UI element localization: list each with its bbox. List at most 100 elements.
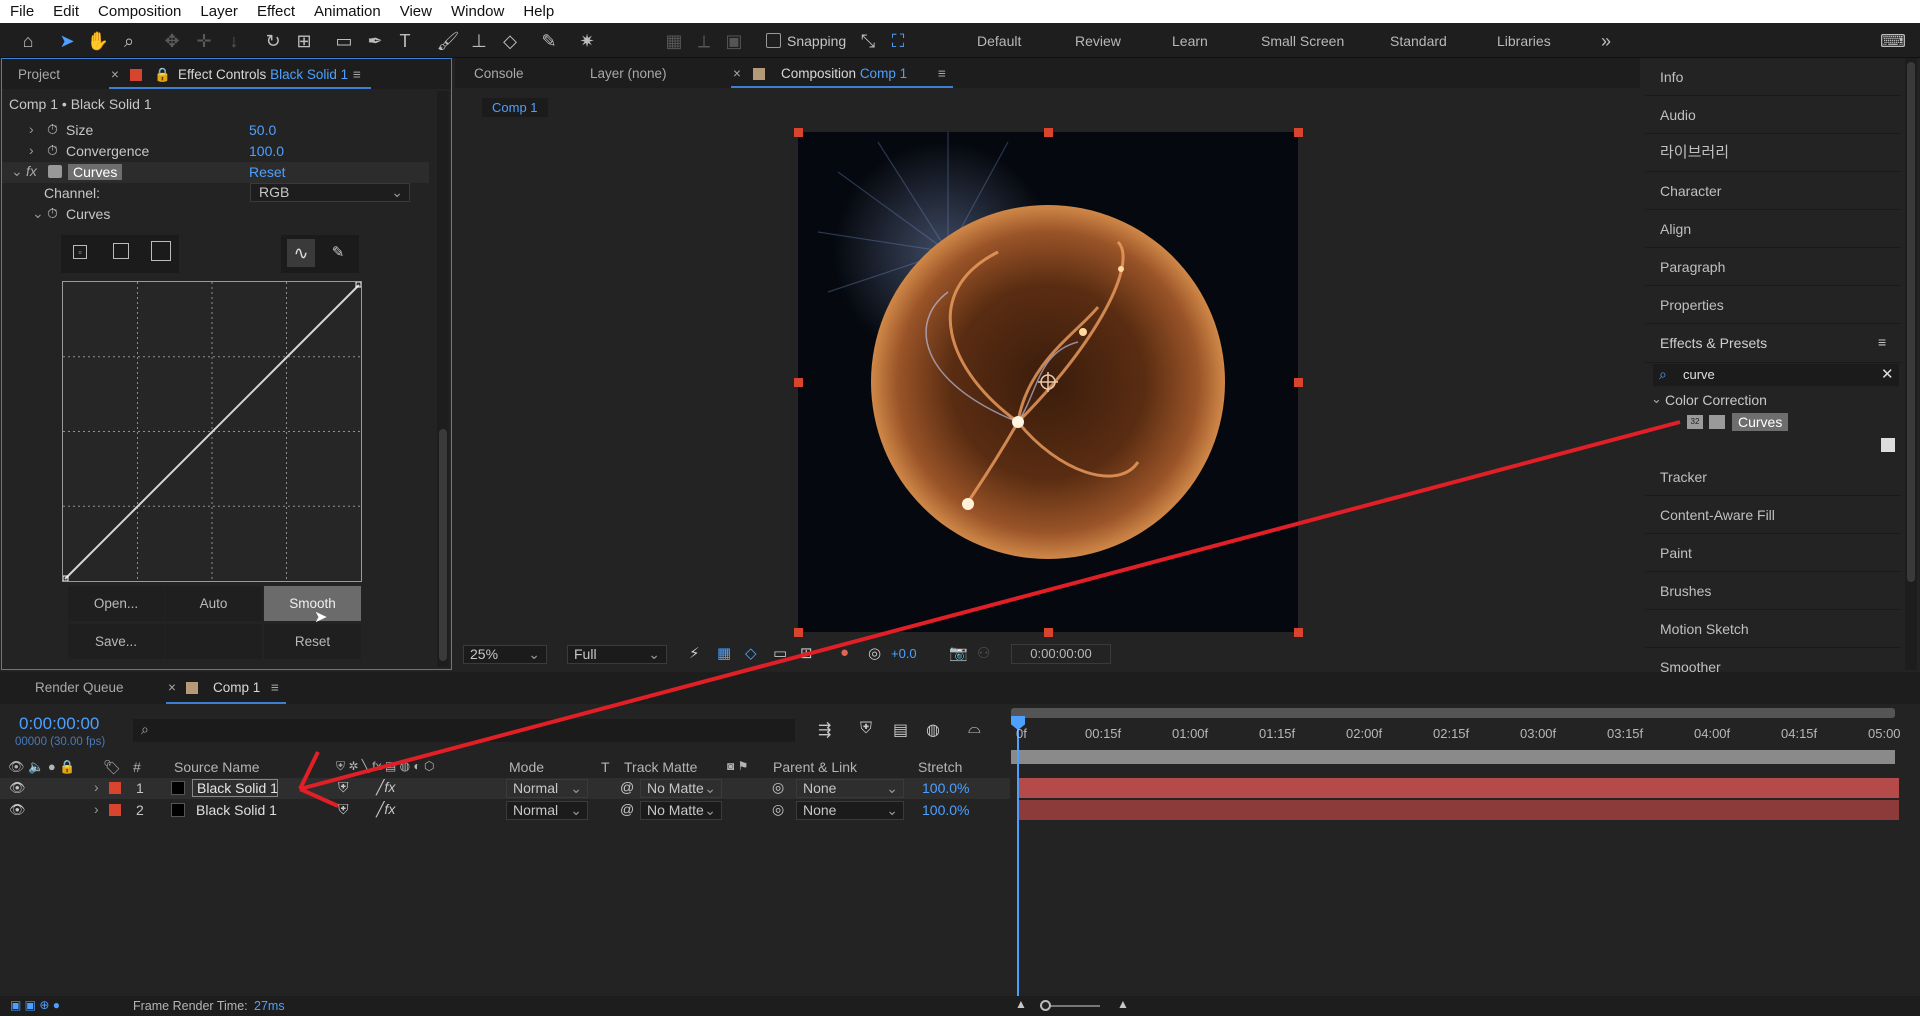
chevron-right-icon[interactable]: › xyxy=(29,121,34,137)
layer-mode-select[interactable]: Normal ⌄ xyxy=(506,779,588,798)
zoom-in-icon[interactable]: ▲ xyxy=(1117,997,1129,1011)
brushes-panel[interactable]: Brushes xyxy=(1645,573,1901,610)
fx-icon[interactable]: fx xyxy=(26,163,37,179)
paint-panel[interactable]: Paint xyxy=(1645,535,1901,572)
layer-stretch-value[interactable]: 100.0% xyxy=(922,780,969,796)
snap-target-icon[interactable]: ⛶ xyxy=(886,29,910,53)
menu-composition[interactable]: Composition xyxy=(98,3,181,20)
layer-label-color[interactable] xyxy=(109,804,121,816)
convergence-value[interactable]: 100.0 xyxy=(249,143,284,159)
menu-file[interactable]: File xyxy=(10,3,34,20)
layer-stretch-value[interactable]: 100.0% xyxy=(922,802,969,818)
source-name-column-header[interactable]: Source Name xyxy=(174,759,260,775)
motion-sketch-panel[interactable]: Motion Sketch xyxy=(1645,611,1901,648)
close-tab-icon[interactable]: × xyxy=(111,67,119,82)
workspace-learn[interactable]: Learn xyxy=(1172,33,1208,49)
audio-panel[interactable]: Audio xyxy=(1645,97,1901,134)
axis-icon[interactable]: ⟂ xyxy=(692,29,716,53)
pen-tool-icon[interactable]: ✒ xyxy=(363,29,387,53)
tab-timeline-comp[interactable]: Comp 1 xyxy=(213,680,260,695)
shy-switch-icon[interactable]: ⛨ xyxy=(338,801,349,818)
stopwatch-icon[interactable]: ⏱ xyxy=(47,142,58,159)
curves-auto-button[interactable]: Auto xyxy=(165,586,262,621)
effects-presets-title[interactable]: Effects & Presets xyxy=(1660,335,1767,351)
color-management-icon[interactable]: ◎ xyxy=(868,644,881,662)
type-tool-icon[interactable]: T xyxy=(393,29,417,53)
time-navigator[interactable] xyxy=(1011,750,1895,764)
rectangle-tool-icon[interactable]: ▭ xyxy=(332,29,356,53)
region-of-interest-icon[interactable]: ▭ xyxy=(773,644,787,662)
bezier-curve-tool-icon[interactable]: ∿ xyxy=(287,239,315,267)
draft-3d-icon[interactable]: ⛨ xyxy=(860,720,872,738)
selection-tool-icon[interactable]: ➤ xyxy=(55,29,79,53)
channel-select[interactable]: RGB ⌄ xyxy=(250,183,410,202)
right-panel-scrollbar[interactable] xyxy=(1905,58,1917,670)
tab-console[interactable]: Console xyxy=(474,66,524,81)
scrollbar-thumb[interactable] xyxy=(439,429,447,661)
panel-menu-icon[interactable]: ≡ xyxy=(938,66,946,81)
eye-icon[interactable]: 👁 xyxy=(9,780,26,796)
layer-matte-select[interactable]: No Matte ⌄ xyxy=(640,801,722,820)
menu-animation[interactable]: Animation xyxy=(314,3,381,20)
status-toggle-icons[interactable]: ▣ ▣ ⊕ ● xyxy=(10,998,60,1012)
more-workspaces-icon[interactable]: » xyxy=(1594,29,1618,53)
work-area-bar[interactable] xyxy=(1011,708,1895,718)
layer-row-2[interactable]: 👁 › 2 Black Solid 1 ⛨ ╱fx Normal ⌄ @ No M… xyxy=(0,800,1010,821)
snapping-checkbox[interactable] xyxy=(766,33,781,48)
layer-parent-select[interactable]: None ⌄ xyxy=(796,801,904,820)
chevron-right-icon[interactable]: › xyxy=(94,779,99,795)
fast-previews-icon[interactable]: ⚡ xyxy=(689,644,700,662)
layer-matte-select[interactable]: No Matte ⌄ xyxy=(640,779,722,798)
align-panel[interactable]: Align xyxy=(1645,211,1901,248)
pick-whip-icon[interactable]: ◎ xyxy=(772,801,784,818)
menu-help[interactable]: Help xyxy=(523,3,554,20)
effects-search-field[interactable]: ⌕ curve ✕ xyxy=(1653,364,1899,386)
workspace-review[interactable]: Review xyxy=(1075,33,1121,49)
chevron-down-icon[interactable]: ⌄ xyxy=(32,205,44,222)
workspace-standard[interactable]: Standard xyxy=(1390,33,1447,49)
stopwatch-icon[interactable]: ⏱ xyxy=(47,121,58,138)
chevron-down-icon[interactable]: ⌄ xyxy=(1651,391,1662,407)
curves-graph[interactable] xyxy=(62,281,362,582)
graph-editor-icon[interactable]: ⌓ xyxy=(968,720,981,738)
layer-source-name[interactable]: Black Solid 1 xyxy=(192,779,278,797)
tab-project[interactable]: Project xyxy=(18,67,60,82)
size-value[interactable]: 50.0 xyxy=(249,122,276,138)
viewer-timecode[interactable]: 0:00:00:00 xyxy=(1011,644,1111,664)
transparency-grid-icon[interactable]: ▦ xyxy=(717,644,731,662)
layer-source-name[interactable]: Black Solid 1 xyxy=(196,802,277,818)
zoom-select[interactable]: 25% ⌄ xyxy=(463,645,547,664)
world-axis-icon[interactable]: ▣ xyxy=(722,29,746,53)
menu-layer[interactable]: Layer xyxy=(200,3,238,20)
scrollbar-thumb[interactable] xyxy=(1907,62,1915,582)
matte-spiral-icon[interactable]: @ xyxy=(620,779,634,795)
layer-bar-2[interactable] xyxy=(1017,800,1899,820)
layer-mode-select[interactable]: Normal ⌄ xyxy=(506,801,588,820)
medium-graph-icon[interactable] xyxy=(113,243,129,259)
layer-bar-1[interactable] xyxy=(1017,778,1899,798)
hand-tool-icon[interactable]: ✋ xyxy=(86,29,110,53)
character-panel[interactable]: Character xyxy=(1645,173,1901,210)
resolution-select[interactable]: Full ⌄ xyxy=(567,645,667,664)
transform-handle[interactable] xyxy=(1044,128,1053,137)
pick-whip-icon[interactable]: ◎ xyxy=(772,779,784,796)
zoom-tool-icon[interactable]: ⌕ xyxy=(117,29,141,53)
workspace-libraries[interactable]: Libraries xyxy=(1497,33,1551,49)
clear-search-icon[interactable]: ✕ xyxy=(1881,365,1894,383)
timeline-search-field[interactable]: ⌕ xyxy=(133,719,795,742)
fx-switch-icon[interactable]: ╱fx xyxy=(376,801,395,818)
clone-stamp-tool-icon[interactable]: ⊥ xyxy=(467,29,491,53)
comp-flowchart-icon[interactable]: ⇶ xyxy=(818,720,831,740)
layer-row-1[interactable]: 👁 › 1 Black Solid 1 ⛨ ╱fx Normal ⌄ @ No M… xyxy=(0,778,1010,799)
mask-path-visibility-icon[interactable]: ◇ xyxy=(745,644,757,662)
tab-composition[interactable]: Composition Comp 1 xyxy=(781,66,907,81)
content-aware-fill-panel[interactable]: Content-Aware Fill xyxy=(1645,497,1901,534)
transform-handle[interactable] xyxy=(1294,628,1303,637)
puppet-tool-icon[interactable]: ✷ xyxy=(575,29,599,53)
brush-tool-icon[interactable]: 🖌 xyxy=(436,29,460,53)
transform-handle[interactable] xyxy=(794,128,803,137)
zoom-out-icon[interactable]: ▲ xyxy=(1015,997,1027,1011)
small-graph-icon[interactable]: ▫ xyxy=(73,245,87,259)
menu-view[interactable]: View xyxy=(400,3,432,20)
panel-menu-icon[interactable]: ≡ xyxy=(271,680,279,695)
